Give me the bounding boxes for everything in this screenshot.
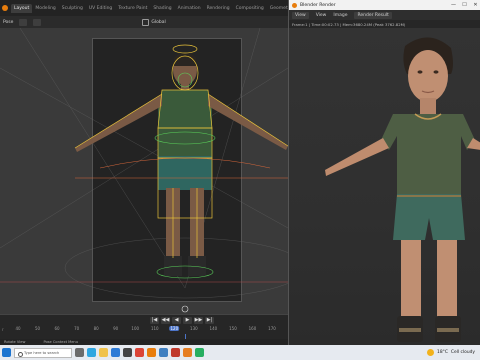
tab-modeling[interactable]: Modeling	[32, 4, 58, 13]
chrome-icon[interactable]	[135, 348, 144, 357]
blender-main-window: Layout Modeling Sculpting UV Editing Tex…	[0, 0, 334, 346]
taskbar-search-input[interactable]: Type here to search	[14, 347, 72, 358]
render-window: Blender Render — ☐ ✕ View View Image Ren…	[288, 0, 480, 345]
3d-cursor	[181, 305, 189, 313]
render-window-menu: View View Image Render Result	[289, 10, 480, 20]
play-button[interactable]: ▶	[183, 317, 192, 324]
windows-taskbar: Type here to search 18°C Cell cloudy	[0, 345, 480, 360]
sun-icon	[427, 349, 435, 356]
frame-tick: 110	[150, 326, 159, 331]
blender-logo-icon	[292, 2, 297, 8]
header-button[interactable]	[33, 18, 42, 26]
menu-image[interactable]: Image	[333, 13, 347, 18]
edge-icon[interactable]	[87, 348, 96, 357]
minimize-icon[interactable]: —	[448, 0, 459, 10]
weather-widget[interactable]: 18°C Cell cloudy	[427, 349, 480, 356]
character-mesh	[75, 52, 288, 276]
tab-compositing[interactable]: Compositing	[233, 4, 267, 13]
frame-tick: 80	[93, 326, 99, 331]
tab-texture-paint[interactable]: Texture Paint	[115, 4, 150, 13]
jump-keyframe-forward-button[interactable]: ▶▶	[194, 317, 203, 324]
tab-layout[interactable]: Layout	[11, 3, 33, 13]
tab-uv-editing[interactable]: UV Editing	[86, 4, 115, 13]
frame-tick: 170	[268, 326, 276, 331]
header-button[interactable]	[19, 18, 28, 26]
transform-orientation[interactable]: Global	[142, 18, 166, 26]
frame-tick: 90	[113, 326, 119, 331]
file-explorer-icon[interactable]	[99, 348, 108, 357]
frame-ruler[interactable]: 40 50 60 70 80 90 100 110 120 130 140 150 160 170	[0, 326, 288, 334]
frame-tick: 40	[15, 326, 21, 331]
render-slot-dropdown[interactable]: Render Result	[354, 11, 392, 19]
windows-start-icon[interactable]	[2, 348, 11, 357]
jump-start-button[interactable]: |◀	[150, 317, 159, 324]
task-view-icon[interactable]	[75, 348, 84, 357]
render-result-image[interactable]	[289, 28, 480, 345]
viewport-header: Pose Global	[0, 16, 288, 28]
frame-tick: 50	[34, 326, 41, 331]
frame-tick: 160	[248, 326, 257, 331]
frame-tick: 150	[229, 326, 237, 331]
jump-end-button[interactable]: ▶|	[205, 317, 214, 324]
tab-shading[interactable]: Shading	[150, 4, 174, 13]
close-icon[interactable]: ✕	[470, 0, 480, 10]
menu-view[interactable]: View	[316, 13, 327, 18]
app-icon-orange[interactable]	[183, 348, 192, 357]
character-rig-view[interactable]	[0, 28, 288, 314]
window-title: Blender Render	[300, 2, 336, 8]
weather-temp: 18°C	[437, 350, 448, 355]
tab-sculpting[interactable]: Sculpting	[59, 4, 86, 13]
jump-keyframe-back-button[interactable]: ◀◀	[161, 317, 170, 324]
store-icon[interactable]	[123, 348, 132, 357]
rendered-character	[325, 37, 480, 342]
tab-animation[interactable]: Animation	[175, 4, 204, 13]
status-hint-left: Rotate View	[4, 340, 26, 344]
playback-controls: |◀ ◀◀ ◀ ▶ ▶▶ ▶|	[150, 317, 214, 324]
orientation-label: Global	[151, 19, 166, 25]
render-info-bar: Frame:1 | Time:00:02.73 | Mem:3680.24M (…	[289, 20, 480, 28]
orientation-icon	[142, 18, 150, 26]
blender-logo-icon[interactable]	[2, 5, 8, 11]
app-icon-green[interactable]	[195, 348, 204, 357]
tab-rendering[interactable]: Rendering	[204, 4, 233, 13]
current-frame-indicator: 120	[169, 326, 180, 331]
mode-dropdown[interactable]: Pose	[3, 20, 13, 25]
frame-tick: 60	[54, 326, 60, 331]
play-reverse-button[interactable]: ◀	[172, 317, 181, 324]
blender-icon[interactable]	[147, 348, 156, 357]
maximize-icon[interactable]: ☐	[459, 0, 470, 10]
app-icon-red[interactable]	[171, 348, 180, 357]
3d-viewport[interactable]	[0, 28, 288, 314]
frame-tick: 130	[190, 326, 198, 331]
status-hint-right: Pose Context Menu	[43, 340, 78, 344]
workspace-tab-bar: Layout Modeling Sculpting UV Editing Tex…	[0, 0, 334, 16]
render-window-titlebar[interactable]: Blender Render — ☐ ✕	[289, 0, 480, 10]
frame-tick: 100	[131, 326, 140, 331]
mail-icon[interactable]	[111, 348, 120, 357]
frame-tick: 70	[74, 326, 80, 331]
editor-type-dropdown[interactable]: View	[292, 11, 309, 19]
weather-text: Cell cloudy	[450, 350, 475, 355]
frame-tick: 140	[209, 326, 218, 331]
photos-icon[interactable]	[159, 348, 168, 357]
